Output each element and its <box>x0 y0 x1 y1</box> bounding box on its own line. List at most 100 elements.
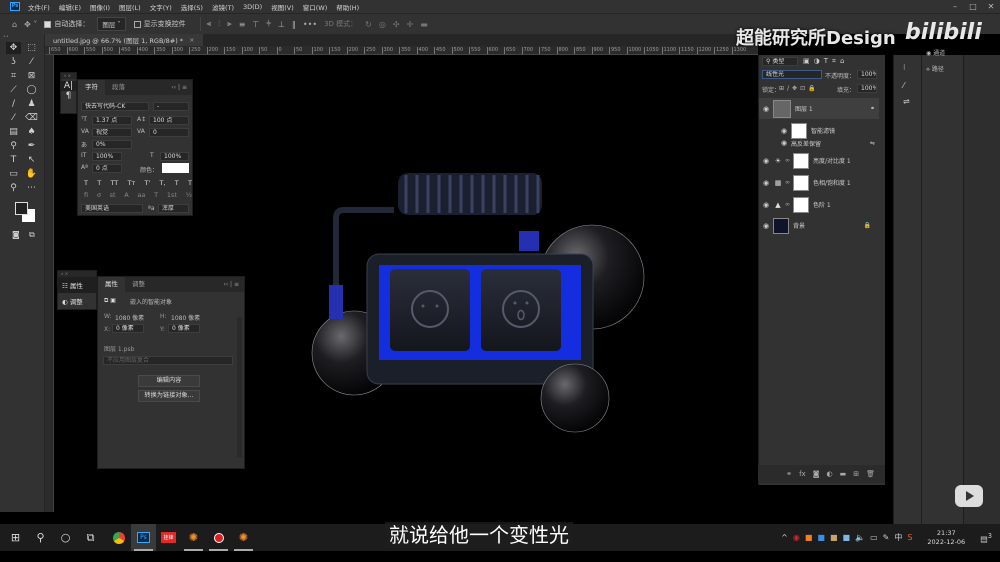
align-center-icon[interactable]: ⫶ <box>218 19 220 29</box>
blur-tool-icon[interactable]: ♠ <box>24 126 39 138</box>
blender-icon-2[interactable]: ✺ <box>231 524 256 551</box>
history-brush-tool-icon[interactable]: ⁄ <box>6 112 21 124</box>
menu-window[interactable]: 窗口(W) <box>303 2 328 12</box>
menu-help[interactable]: 帮助(H) <box>336 2 359 12</box>
antialias-dropdown[interactable]: 浑厚 <box>158 204 189 213</box>
new-layer-icon[interactable]: ⊞ <box>853 470 859 478</box>
close-tab-icon[interactable]: × <box>189 36 194 44</box>
blender-icon[interactable]: ✺ <box>181 524 206 551</box>
3d-orbit-icon[interactable]: ↻ <box>365 20 372 29</box>
crop-tool-icon[interactable]: ⌗ <box>6 70 21 82</box>
layer-row[interactable]: ◉ 背景 🔒 <box>759 215 879 236</box>
windows-start-icon[interactable]: ⊞ <box>3 524 28 551</box>
tab-properties[interactable]: 属性 <box>98 277 125 292</box>
quick-mask-icon[interactable]: ◙ <box>12 230 20 239</box>
move-tool-icon[interactable]: ✥ <box>6 42 21 54</box>
ruler-vertical[interactable] <box>45 55 54 512</box>
eraser-tool-icon[interactable]: ⌫ <box>24 112 39 124</box>
tray-app-blue-icon[interactable]: ■ <box>817 533 825 542</box>
panel-menu-icon[interactable]: ‹‹ | ≡ <box>223 277 239 292</box>
tray-expand-icon[interactable]: ^ <box>781 533 788 542</box>
layer-row[interactable]: ◉ ☀ ∞ 亮度/对比度 1 <box>759 150 879 171</box>
photoshop-taskbar-icon[interactable]: Ps <box>131 524 156 551</box>
foreground-color-swatch[interactable] <box>15 202 28 215</box>
chain-link-icon[interactable]: ∞ <box>785 201 791 208</box>
show-transform-checkbox[interactable]: 显示变换控件 <box>133 19 186 29</box>
faux-italic-button[interactable]: T <box>97 179 101 187</box>
gradient-tool-icon[interactable]: ▤ <box>6 126 21 138</box>
visibility-eye-icon[interactable]: ◉ <box>759 179 773 187</box>
align-top-icon[interactable]: ⊤ <box>252 20 259 29</box>
distribute-vertical-icon[interactable]: ‖ <box>292 20 296 29</box>
underline-button[interactable]: T <box>175 179 179 187</box>
text-color-swatch[interactable] <box>162 163 189 173</box>
type-tool-icon[interactable]: T <box>6 154 21 166</box>
titling-alternates-button[interactable]: T <box>154 191 158 199</box>
subscript-button[interactable]: T, <box>160 179 166 187</box>
superscript-button[interactable]: T' <box>145 179 151 187</box>
visibility-eye-icon[interactable]: ◉ <box>759 157 773 165</box>
menu-3d[interactable]: 3D(D) <box>243 3 262 11</box>
new-group-icon[interactable]: ▬ <box>840 470 847 478</box>
menu-image[interactable]: 图像(I) <box>90 2 110 12</box>
language-dropdown[interactable]: 美国英语 <box>81 204 143 213</box>
stylistic-alternates-button[interactable]: aa <box>137 191 145 199</box>
visibility-eye-icon[interactable]: ◉ <box>777 127 791 135</box>
baseline-shift-input[interactable]: 0 点 <box>92 164 122 173</box>
task-view-icon[interactable]: ⧉ <box>78 524 103 551</box>
fill-input[interactable]: 100% <box>857 84 877 93</box>
stamp-tool-icon[interactable]: ♟ <box>24 98 39 110</box>
old-style-button[interactable]: ơ <box>97 191 101 199</box>
link-layers-icon[interactable]: ⚭ <box>786 470 792 478</box>
y-position-input[interactable]: 0 像素 <box>168 324 200 333</box>
frame-tool-icon[interactable]: ⊠ <box>24 70 39 82</box>
auto-select-checkbox[interactable]: 自动选择： <box>44 19 89 29</box>
menu-file[interactable]: 文件(F) <box>28 2 50 12</box>
rectangle-tool-icon[interactable]: ▭ <box>6 168 21 180</box>
volume-icon[interactable]: 🔈 <box>855 533 865 542</box>
healing-brush-tool-icon[interactable]: ◯ <box>24 84 39 96</box>
home-icon[interactable]: ⌂ <box>12 20 17 29</box>
paragraph-panel-icon[interactable]: ¶ <box>61 91 76 101</box>
eyedropper-tool-icon[interactable]: ⟋ <box>6 84 21 96</box>
menu-edit[interactable]: 编辑(E) <box>59 2 81 12</box>
tab-character[interactable]: 字符 <box>78 80 105 95</box>
fx-icon[interactable]: fx <box>799 470 806 478</box>
dock-properties-item[interactable]: ☷ 属性 <box>58 277 96 293</box>
font-style-dropdown[interactable]: - <box>153 102 189 111</box>
search-icon[interactable]: ⚲ <box>28 524 53 551</box>
clock[interactable]: 21:37 2022-12-06 <box>927 529 965 547</box>
ruler-horizontal[interactable]: 650 600 550 500 450 400 350 300 250 200 150 100 50 0 5… <box>45 46 758 55</box>
3d-scale-icon[interactable]: ▬ <box>420 20 428 29</box>
align-right-icon[interactable]: ⫸ <box>227 19 232 29</box>
vertical-scale-input[interactable]: 100% <box>92 152 122 161</box>
screen-mode-icon[interactable]: ⧉ <box>29 230 35 240</box>
tray-app-cloud-icon[interactable]: ■ <box>843 533 851 542</box>
dodge-tool-icon[interactable]: ⚲ <box>6 140 21 152</box>
magic-wand-tool-icon[interactable]: ⁄ <box>24 56 39 68</box>
font-size-input[interactable]: 1.37 点 <box>92 116 132 125</box>
tab-paragraph[interactable]: 段落 <box>105 80 132 95</box>
menu-layer[interactable]: 图层(L) <box>119 2 141 12</box>
strikethrough-button[interactable]: T <box>188 179 192 187</box>
visibility-eye-icon[interactable]: ◉ <box>759 222 773 230</box>
leading-input[interactable]: 100 点 <box>149 116 189 125</box>
align-bottom-icon[interactable]: ⊥ <box>278 20 285 29</box>
layer-filter-icons[interactable]: ▣◑T⌗⌂ <box>803 57 848 66</box>
panel-grip[interactable]: •• <box>0 34 44 42</box>
path-select-tool-icon[interactable]: ↖ <box>24 154 39 166</box>
sogou-icon[interactable]: S <box>907 533 912 542</box>
align-left-icon[interactable]: ⫷ <box>207 19 212 29</box>
ordinals-button[interactable]: 1st <box>167 191 177 199</box>
hand-tool-icon[interactable]: ✋ <box>24 168 39 180</box>
horizontal-scale-input[interactable]: 100% <box>160 152 189 161</box>
dock-adjustments-item[interactable]: ◐ 调整 <box>58 293 96 309</box>
blend-mode-dropdown[interactable]: 线性光 <box>762 70 822 79</box>
cortana-icon[interactable]: ○ <box>53 524 78 551</box>
menu-type[interactable]: 文字(Y) <box>150 2 172 12</box>
visibility-eye-icon[interactable]: ◉ <box>759 201 773 209</box>
edit-contents-button[interactable]: 编辑内容 <box>138 375 200 387</box>
menu-filter[interactable]: 滤镜(T) <box>212 2 234 12</box>
filter-options-icon[interactable]: ⇋ <box>870 140 875 147</box>
adjustments-sliders-icon[interactable]: ⇌ <box>903 97 910 106</box>
